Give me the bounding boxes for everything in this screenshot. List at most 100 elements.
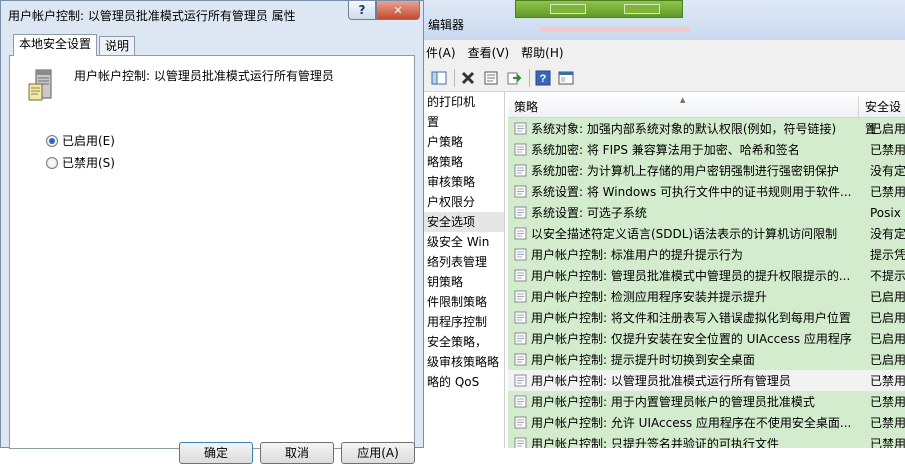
table-row[interactable]: 系统设置: 将 Windows 可执行文件中的证书规则用于软件... 已禁用 [508,181,905,202]
tree-item[interactable]: 级审核策略略 [420,352,504,372]
setting-cell: 已启用 [870,311,905,325]
close-button[interactable]: ✕ [376,1,420,20]
policy-item-icon [514,332,527,345]
toolbar-separator [529,69,530,87]
tree-item[interactable]: 钥策略 [420,272,504,292]
tree-item[interactable]: 置 [420,112,504,132]
enabled-option[interactable]: 已启用(E) [46,132,115,149]
policy-item-icon [514,143,527,156]
policy-item-icon [514,290,527,303]
setting-cell: 不提示 [870,269,905,283]
setting-cell: 已禁用 [870,395,905,409]
setting-cell: 已禁用 [870,437,905,448]
table-row[interactable]: 用户帐户控制: 提示提升时切换到安全桌面 已启用 [508,349,905,370]
disabled-option[interactable]: 已禁用(S) [46,154,115,171]
cancel-button[interactable]: 取消 [260,442,334,464]
tree-item[interactable]: 用程序控制 [420,312,504,332]
policy-cell: 系统设置: 将 Windows 可执行文件中的证书规则用于软件... [531,185,852,199]
policy-item-icon [514,248,527,261]
green-banner [515,0,683,18]
table-row[interactable]: 系统加密: 将 FIPS 兼容算法用于加密、哈希和签名 已禁用 [508,139,905,160]
table-row[interactable]: 系统设置: 可选子系统 Posix [508,202,905,223]
table-row[interactable]: 用户帐户控制: 以管理员批准模式运行所有管理员 已禁用 [508,370,905,391]
mmc-console-icon[interactable] [556,68,576,88]
table-row[interactable]: 系统加密: 为计算机上存储的用户密钥强制进行强密钥保护 没有定义 [508,160,905,181]
table-row[interactable]: 用户帐户控制: 只提升签名并验证的可执行文件 已禁用 [508,433,905,448]
tree-item[interactable]: 件限制策略 [420,292,504,312]
tree-item[interactable]: 户权限分 [420,192,504,212]
disabled-label: 已禁用(S) [62,156,115,170]
policy-item-icon [514,185,527,198]
help-icon[interactable]: ? [533,68,553,88]
delete-icon[interactable] [458,68,478,88]
tree-item[interactable]: 略策略 [420,152,504,172]
policy-cell: 用户帐户控制: 允许 UIAccess 应用程序在不使用安全桌面... [531,416,852,430]
apply-button[interactable]: 应用(A) [341,442,415,464]
menu-bar: 件(A) 查看(V) 帮助(H) [420,40,905,64]
properties-icon[interactable] [481,68,501,88]
policy-rows: 系统对象: 加强内部系统对象的默认权限(例如，符号链接) 已启用 系统加密: 将 F… [508,118,905,448]
setting-cell: 已禁用 [870,374,905,388]
policy-item-icon [514,164,527,177]
policy-item-icon [514,122,527,135]
setting-cell: 没有定义 [870,164,905,178]
policy-cell: 用户帐户控制: 用于内置管理员帐户的管理员批准模式 [531,395,815,409]
setting-cell: 已启用 [870,332,905,346]
tree-item[interactable]: 安全策略， [420,332,504,352]
policy-cell: 用户帐户控制: 只提升签名并验证的可执行文件 [531,437,779,448]
tree-item[interactable]: 络列表管理 [420,252,504,272]
tree-item[interactable]: 略的 QoS [420,372,504,392]
setting-cell: 提示凭据 [870,248,905,262]
table-row[interactable]: 用户帐户控制: 仅提升安装在安全位置的 UIAccess 应用程序 已启用 [508,328,905,349]
policy-name: 用户帐户控制: 以管理员批准模式运行所有管理员 [74,69,334,83]
table-row[interactable]: 以安全描述符定义语言(SDDL)语法表示的计算机访问限制 没有定义 [508,223,905,244]
dialog-title: 用户帐户控制: 以管理员批准模式运行所有管理员 属性 [8,9,296,23]
table-row[interactable]: 用户帐户控制: 将文件和注册表写入错误虚拟化到每用户位置 已启用 [508,307,905,328]
menu-help[interactable]: 帮助(H) [515,44,569,61]
toolbar: ? [420,64,905,92]
tab-explain[interactable]: 说明 [99,36,136,56]
enabled-radio[interactable] [46,134,58,147]
menu-view[interactable]: 查看(V) [462,44,516,61]
policy-item-icon [514,374,527,387]
show-tree-icon[interactable] [429,68,449,88]
policy-cell: 系统加密: 为计算机上存储的用户密钥强制进行强密钥保护 [531,164,839,178]
export-list-icon[interactable] [504,68,524,88]
tree-item-security-options[interactable]: 安全选项 [420,212,504,232]
help-button[interactable]: ? [348,1,376,20]
disabled-radio[interactable] [46,156,58,169]
setting-cell: 已启用 [870,290,905,304]
tree-item[interactable]: 户策略 [420,132,504,152]
tree-item[interactable]: 级安全 Win [420,232,504,252]
menu-action[interactable]: 件(A) [420,44,462,61]
tab-local-security-setting[interactable]: 本地安全设置 [13,34,98,56]
table-row[interactable]: 用户帐户控制: 允许 UIAccess 应用程序在不使用安全桌面... 已禁用 [508,412,905,433]
policy-item-icon [514,416,527,429]
policy-item-icon [514,311,527,324]
ok-button[interactable]: 确定 [179,442,253,464]
title-overlay-smudge [540,27,690,32]
table-row[interactable]: 用户帐户控制: 标准用户的提升提示行为 提示凭据 [508,244,905,265]
toolbar-separator [454,69,455,87]
policy-cell: 以安全描述符定义语言(SDDL)语法表示的计算机访问限制 [531,227,838,241]
policy-cell: 系统设置: 可选子系统 [531,206,647,220]
banner-button[interactable] [550,4,586,14]
table-row[interactable]: 用户帐户控制: 管理员批准模式中管理员的提升权限提示的... 不提示 [508,265,905,286]
policy-item-icon [514,206,527,219]
policy-item-icon [514,269,527,282]
setting-cell: 已启用 [870,353,905,367]
table-row[interactable]: 用户帐户控制: 用于内置管理员帐户的管理员批准模式 已禁用 [508,391,905,412]
setting-cell: 没有定义 [870,227,905,241]
banner-button[interactable] [624,4,660,14]
table-row[interactable]: 系统对象: 加强内部系统对象的默认权限(例如，符号链接) 已启用 [508,118,905,139]
tree-item[interactable]: 审核策略 [420,172,504,192]
properties-dialog: 用户帐户控制: 以管理员批准模式运行所有管理员 属性 ? ✕ 本地安全设置 说明… [0,0,424,464]
column-header-setting[interactable]: 安全设置 [859,96,905,136]
policy-cell: 系统对象: 加强内部系统对象的默认权限(例如，符号链接) [531,122,837,136]
question-icon: ? [358,3,366,17]
tree-item[interactable]: 的打印机 [420,92,504,112]
policy-item-icon [514,353,527,366]
policy-cell: 用户帐户控制: 提示提升时切换到安全桌面 [531,353,755,367]
close-icon: ✕ [393,3,403,17]
table-row[interactable]: 用户帐户控制: 检测应用程序安装并提示提升 已启用 [508,286,905,307]
